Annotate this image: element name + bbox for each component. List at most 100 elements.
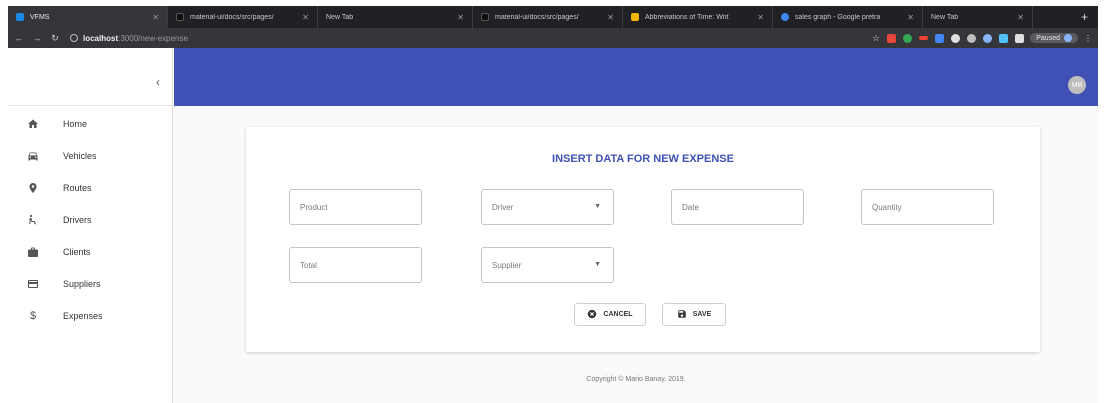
close-icon[interactable]: ✕ <box>152 13 159 22</box>
dollar-icon: $ <box>29 310 37 322</box>
save-button[interactable]: SAVE <box>662 303 726 326</box>
sidebar-item-label: Routes <box>63 183 92 193</box>
total-field[interactable]: Total <box>289 247 422 283</box>
extension-icon[interactable] <box>1015 33 1025 43</box>
new-tab-icon[interactable]: + <box>1071 10 1098 24</box>
dropdown-arrow-icon: ▼ <box>594 261 601 268</box>
extension-icon[interactable] <box>903 33 913 43</box>
tab-favicon-icon <box>631 13 639 21</box>
avatar[interactable]: MB <box>1068 76 1086 94</box>
sidebar-item-drivers[interactable]: Drivers <box>8 204 172 236</box>
sidebar-item-routes[interactable]: Routes <box>8 172 172 204</box>
close-icon[interactable]: ✕ <box>457 13 464 22</box>
save-icon <box>677 309 687 321</box>
browser-window: VFMS ✕ material-ui/docs/src/pages/ ✕ New… <box>0 0 1105 403</box>
paused-label: Paused <box>1036 34 1060 42</box>
reload-icon[interactable]: ↻ <box>48 33 62 44</box>
driver-icon <box>27 214 39 226</box>
side-drawer: ‹ Home Vehicles Routes Drivers Clients S… <box>8 48 173 403</box>
supplier-select[interactable]: Supplier ▼ <box>481 247 614 283</box>
sidebar-item-vehicles[interactable]: Vehicles <box>8 140 172 172</box>
browser-tab-strip: VFMS ✕ material-ui/docs/src/pages/ ✕ New… <box>8 6 1098 28</box>
sidebar-item-label: Clients <box>63 247 91 257</box>
sidebar-item-label: Drivers <box>63 215 92 225</box>
tab-label: VFMS <box>30 13 50 21</box>
cancel-icon <box>587 309 597 321</box>
driver-placeholder: Driver <box>492 202 514 212</box>
credit-card-icon <box>27 278 39 290</box>
url-path: :3000/new-expense <box>118 33 188 43</box>
app-bar: MB <box>174 48 1098 106</box>
tab-favicon-icon <box>781 13 789 21</box>
close-icon[interactable]: ✕ <box>607 13 614 22</box>
save-label: SAVE <box>692 311 712 318</box>
browser-toolbar: ← → ↻ localhost :3000/new-expense ☆ Paus… <box>8 28 1098 48</box>
date-field[interactable]: Date <box>671 189 804 225</box>
profile-paused-chip[interactable]: Paused <box>1030 33 1078 43</box>
location-pin-icon <box>27 182 39 194</box>
cancel-label: CANCEL <box>603 311 633 318</box>
driver-select[interactable]: Driver ▼ <box>481 189 614 225</box>
sidebar-item-label: Vehicles <box>63 151 97 161</box>
url-host: localhost <box>83 33 119 43</box>
browser-tab[interactable]: VFMS ✕ <box>8 6 168 28</box>
tab-favicon-icon <box>481 13 489 21</box>
tab-label: sales graph - Google pretra <box>795 13 881 21</box>
quantity-placeholder: Quantity <box>872 202 902 212</box>
product-field[interactable]: Product <box>289 189 422 225</box>
tab-label: Abbreviations of Time: Writ <box>645 13 729 21</box>
sidebar-item-home[interactable]: Home <box>8 108 172 140</box>
sidebar-item-label: Home <box>63 119 88 129</box>
extension-icon[interactable] <box>983 33 993 43</box>
extension-icon[interactable] <box>935 33 945 43</box>
browser-tab[interactable]: material-ui/docs/src/pages/ ✕ <box>168 6 318 28</box>
briefcase-icon <box>27 246 39 258</box>
chevron-left-icon[interactable]: ‹ <box>156 75 160 89</box>
extension-icons: ☆ <box>872 33 1025 44</box>
browser-tab[interactable]: New Tab ✕ <box>923 6 1033 28</box>
date-placeholder: Date <box>682 202 699 212</box>
star-icon[interactable]: ☆ <box>872 33 880 44</box>
info-icon <box>70 34 78 42</box>
home-icon <box>27 118 39 130</box>
dropdown-arrow-icon: ▼ <box>594 203 601 210</box>
sidebar-item-label: Suppliers <box>63 279 101 289</box>
close-icon[interactable]: ✕ <box>1017 13 1024 22</box>
forward-arrow-icon[interactable]: → <box>30 33 44 43</box>
close-icon[interactable]: ✕ <box>757 13 764 22</box>
tab-favicon-icon <box>176 13 184 21</box>
close-icon[interactable]: ✕ <box>907 13 914 22</box>
address-bar[interactable]: localhost :3000/new-expense <box>70 34 872 43</box>
tab-label: New Tab <box>931 13 959 21</box>
product-placeholder: Product <box>300 202 328 212</box>
browser-tab[interactable]: sales graph - Google pretra ✕ <box>773 6 923 28</box>
tab-favicon-icon <box>16 13 24 21</box>
tab-label: material-ui/docs/src/pages/ <box>495 13 579 21</box>
drawer-header: ‹ <box>8 48 172 106</box>
cancel-button[interactable]: CANCEL <box>574 303 646 326</box>
browser-tab[interactable]: material-ui/docs/src/pages/ ✕ <box>473 6 623 28</box>
back-arrow-icon[interactable]: ← <box>12 33 26 43</box>
copyright-text: Copyright © Mario Banay, 2019. <box>586 376 686 383</box>
extension-icon[interactable] <box>999 33 1009 43</box>
sidebar-item-label: Expenses <box>63 311 103 321</box>
car-icon <box>27 150 39 162</box>
browser-tab[interactable]: Abbreviations of Time: Writ ✕ <box>623 6 773 28</box>
tab-label: New Tab <box>326 13 354 21</box>
extension-icon[interactable] <box>919 36 929 40</box>
browser-tab[interactable]: New Tab ✕ <box>318 6 473 28</box>
close-icon[interactable]: ✕ <box>302 13 309 22</box>
sidebar-item-expenses[interactable]: $ Expenses <box>8 300 172 332</box>
total-placeholder: Total <box>300 260 317 270</box>
kebab-menu-icon[interactable]: ⋮ <box>1084 34 1092 43</box>
tab-label: material-ui/docs/src/pages/ <box>190 13 274 21</box>
form-title: INSERT DATA FOR NEW EXPENSE <box>552 153 734 165</box>
extension-icon[interactable] <box>967 33 977 43</box>
extension-icon[interactable] <box>951 33 961 43</box>
sidebar-item-clients[interactable]: Clients <box>8 236 172 268</box>
extension-icon[interactable] <box>887 33 897 43</box>
profile-avatar-icon <box>1064 34 1072 42</box>
quantity-field[interactable]: Quantity <box>861 189 994 225</box>
sidebar-item-suppliers[interactable]: Suppliers <box>8 268 172 300</box>
supplier-placeholder: Supplier <box>492 260 522 270</box>
